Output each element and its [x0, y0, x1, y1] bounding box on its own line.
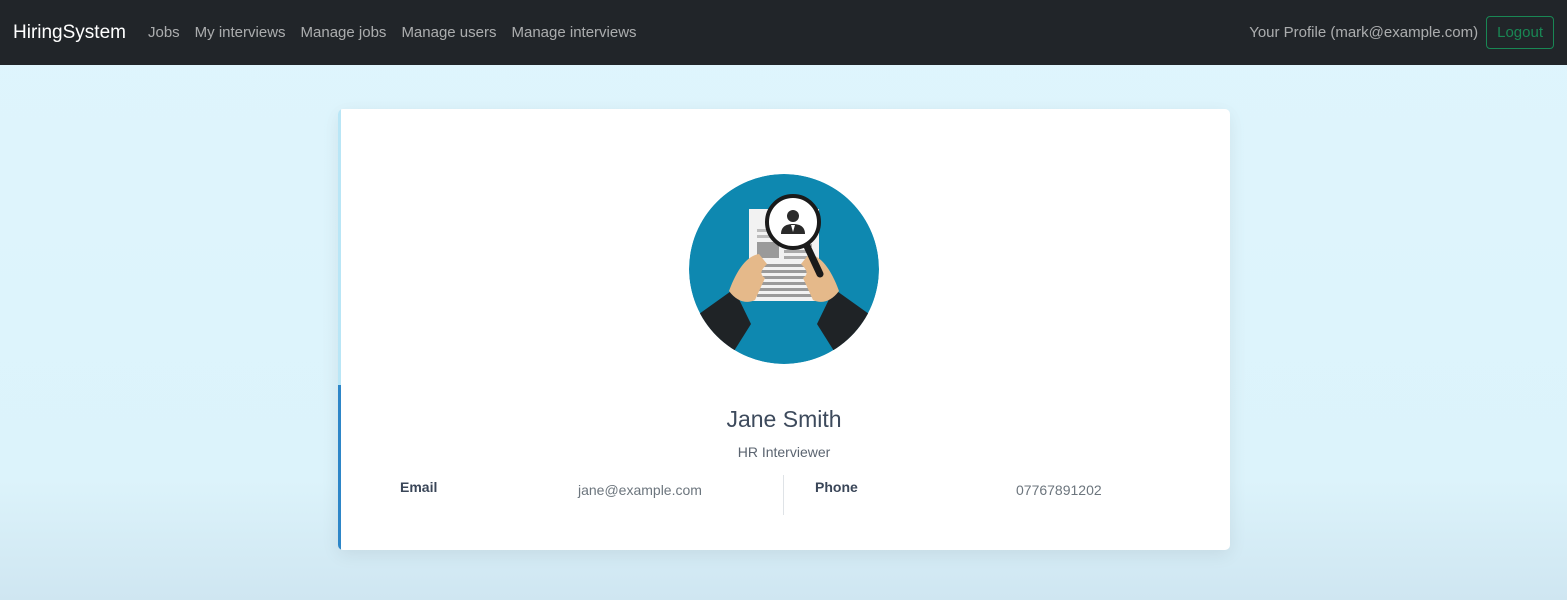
email-label: Email	[400, 479, 438, 495]
phone-label: Phone	[815, 479, 858, 495]
nav-link-manage-interviews[interactable]: Manage interviews	[512, 24, 637, 41]
navbar: HiringSystem Jobs My interviews Manage j…	[0, 0, 1567, 65]
card-accent-light	[338, 109, 341, 385]
nav-link-my-interviews[interactable]: My interviews	[195, 24, 286, 41]
logout-button[interactable]: Logout	[1486, 16, 1554, 49]
phone-value: 07767891202	[1016, 482, 1102, 498]
nav-link-jobs[interactable]: Jobs	[148, 24, 180, 41]
profile-card: Jane Smith HR Interviewer Email jane@exa…	[338, 109, 1230, 550]
resume-search-icon	[689, 174, 879, 364]
divider	[783, 475, 784, 515]
profile-role: HR Interviewer	[737, 444, 831, 460]
nav-link-manage-users[interactable]: Manage users	[401, 24, 496, 41]
nav-link-manage-jobs[interactable]: Manage jobs	[301, 24, 387, 41]
profile-link[interactable]: Your Profile (mark@example.com)	[1249, 24, 1478, 41]
email-value: jane@example.com	[578, 482, 702, 498]
nav-links: Jobs My interviews Manage jobs Manage us…	[148, 24, 652, 41]
brand-link[interactable]: HiringSystem	[13, 22, 126, 44]
profile-name: Jane Smith	[726, 406, 842, 432]
nav-right: Your Profile (mark@example.com) Logout	[1249, 16, 1554, 49]
